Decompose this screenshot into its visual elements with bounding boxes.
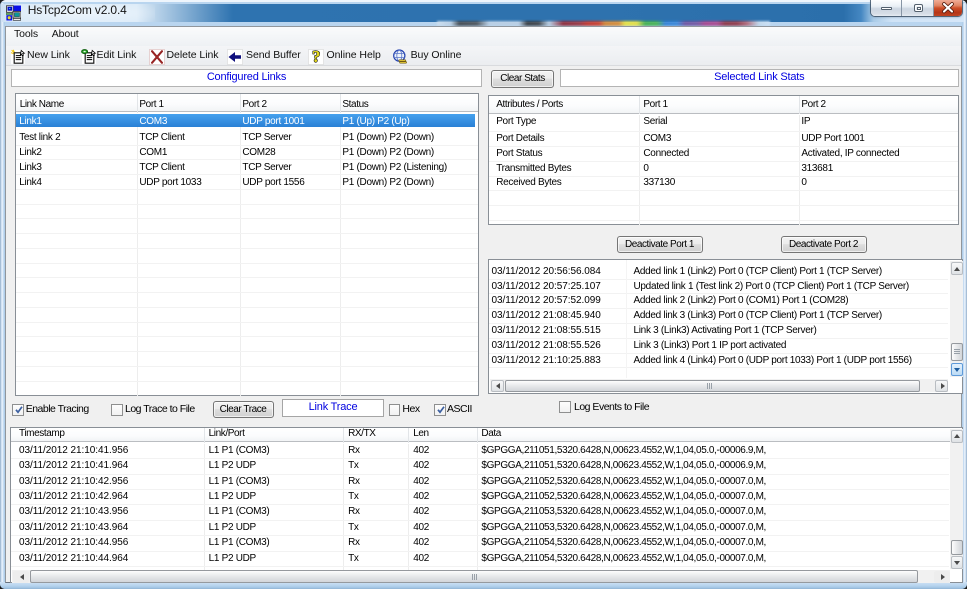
svg-text:?: ? xyxy=(312,49,320,65)
